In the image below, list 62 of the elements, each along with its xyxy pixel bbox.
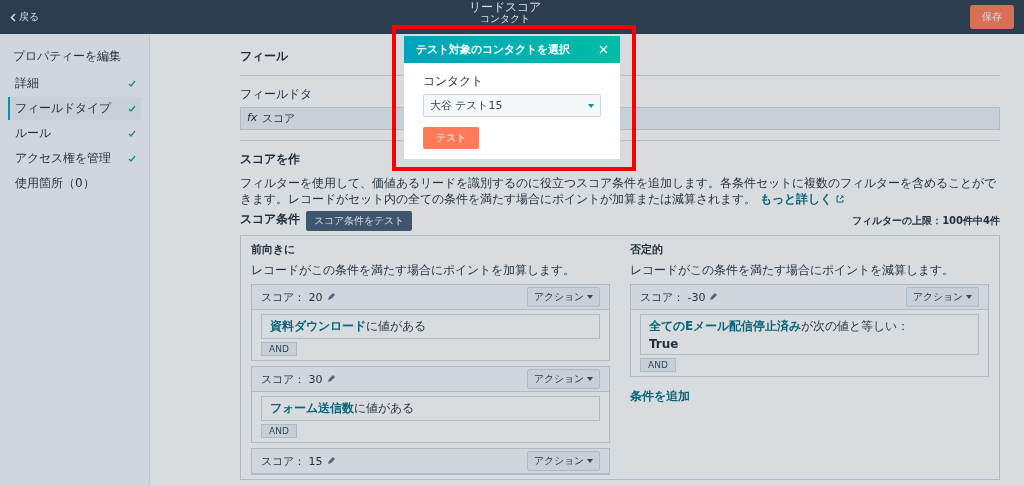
- column-heading: 前向きに: [251, 242, 296, 257]
- field-label: フィールドタ: [240, 86, 312, 103]
- filter-limit: フィルターの上限：100件中4件: [852, 214, 1000, 228]
- action-dropdown[interactable]: アクション: [527, 369, 600, 389]
- criteria-label: スコア条件: [240, 211, 300, 228]
- close-icon: [599, 45, 608, 54]
- section-heading: スコアを作: [240, 151, 300, 168]
- column-heading: 否定的: [630, 242, 664, 257]
- condition-value: True: [649, 337, 680, 351]
- action-dropdown[interactable]: アクション: [527, 287, 600, 307]
- back-label: 戻る: [19, 10, 39, 24]
- check-icon: [128, 80, 136, 87]
- sidebar-item[interactable]: 詳細: [8, 72, 141, 95]
- pencil-icon: [326, 375, 335, 383]
- close-button[interactable]: [599, 45, 608, 54]
- caret-icon: [587, 459, 593, 463]
- score-label: スコア： 15: [261, 453, 323, 469]
- add-criteria-link[interactable]: 条件を追加: [630, 388, 690, 405]
- action-dropdown[interactable]: アクション: [906, 287, 979, 307]
- check-icon: [128, 130, 136, 137]
- back-link[interactable]: 戻る: [10, 10, 39, 24]
- sidebar-item[interactable]: フィールドタイプ: [8, 97, 141, 120]
- chevron-left-icon: [10, 12, 16, 22]
- sidebar-title: プロパティーを編集: [13, 48, 122, 65]
- sidebar-item-label: ルール: [15, 125, 51, 142]
- section-heading: フィール: [240, 48, 288, 65]
- sidebar-item-label: フィールドタイプ: [15, 100, 111, 117]
- contact-select[interactable]: 大谷 テスト15: [423, 94, 601, 117]
- sidebar-item-label: 詳細: [15, 75, 39, 92]
- score-label: スコア： 20: [261, 289, 323, 305]
- pencil-icon: [326, 293, 335, 301]
- sidebar-item[interactable]: ルール: [8, 122, 141, 145]
- caret-icon: [587, 295, 593, 299]
- condition-text: 全てのEメール配信停止済みが次の値と等しい：: [649, 318, 911, 335]
- check-icon: [128, 105, 136, 112]
- external-link-icon: [836, 195, 844, 203]
- learn-more-link[interactable]: もっと詳しく: [759, 192, 844, 206]
- pencil-icon: [709, 293, 718, 301]
- condition-text: 資料ダウンロードに値がある: [270, 318, 427, 335]
- description-text: フィルターを使用して、価値あるリードを識別するのに役立つスコア条件を追加します。各条件セットに複数のフィルターを含めることができます。レコードがセット内の全ての条件を満たす場合にポイントが加算または減算されます。 もっと詳しく: [240, 175, 997, 207]
- check-icon: [128, 155, 136, 162]
- sidebar-item[interactable]: 使用箇所（0）: [8, 172, 141, 195]
- column-description: レコードがこの条件を満たす場合にポイントを加算します。: [251, 262, 575, 279]
- and-button[interactable]: AND: [261, 342, 297, 356]
- score-label: スコア： -30: [640, 289, 706, 305]
- test-criteria-button[interactable]: スコア条件をテスト: [306, 211, 412, 231]
- condition-text: フォーム送信数に値がある: [270, 400, 415, 417]
- and-button[interactable]: AND: [261, 424, 297, 438]
- page-title: リードスコア: [468, 1, 541, 13]
- column-description: レコードがこの条件を満たす場合にポイントを減算します。: [630, 262, 954, 279]
- and-button[interactable]: AND: [640, 358, 676, 372]
- sidebar-item-label: 使用箇所（0）: [15, 175, 95, 192]
- caret-icon: [966, 295, 972, 299]
- caret-icon: [587, 377, 593, 381]
- page-subtitle: コンタクト: [479, 13, 530, 24]
- score-label: スコア： 30: [261, 371, 323, 387]
- pencil-icon: [326, 457, 335, 465]
- sidebar-item[interactable]: アクセス権を管理: [8, 147, 141, 170]
- modal-title: テスト対象のコンタクトを選択: [416, 42, 570, 57]
- action-dropdown[interactable]: アクション: [527, 451, 600, 471]
- contact-label: コンタクト: [423, 73, 483, 90]
- sidebar-item-label: アクセス権を管理: [15, 150, 111, 167]
